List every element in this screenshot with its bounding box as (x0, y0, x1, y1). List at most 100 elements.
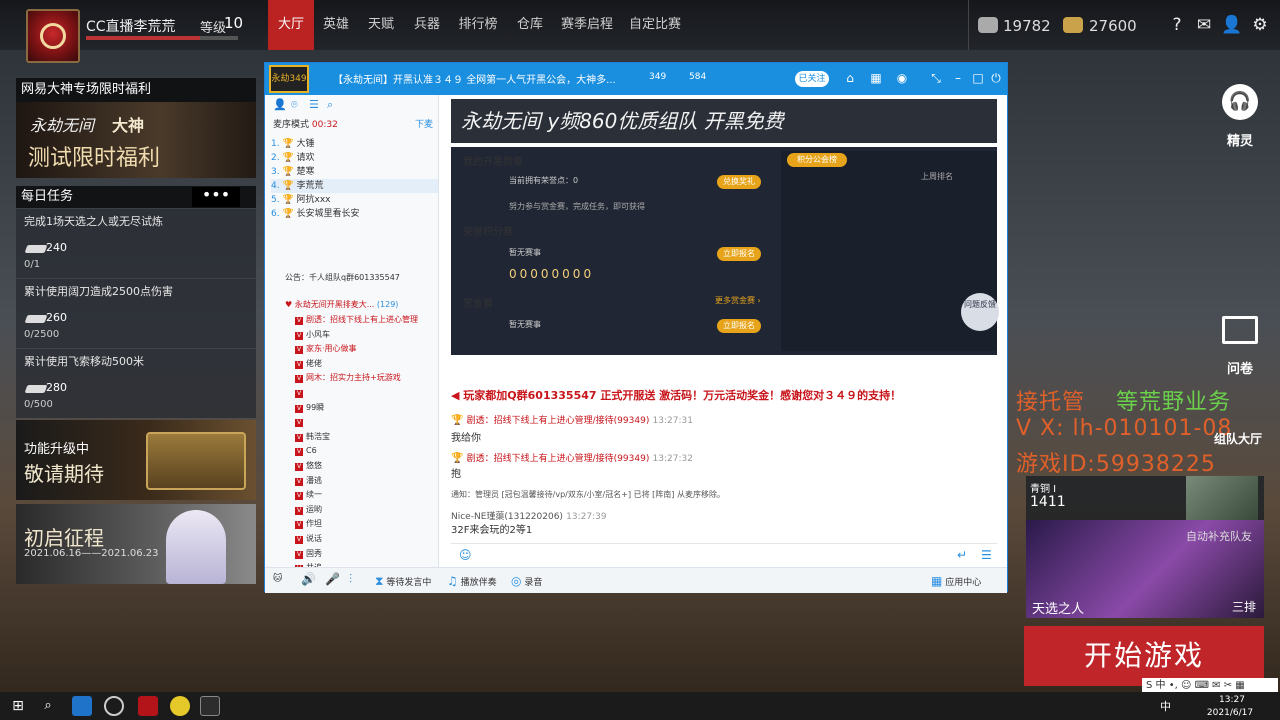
user-icon[interactable]: 👤 (273, 99, 287, 111)
help-icon[interactable]: ? (1166, 14, 1188, 36)
tab-guild-points[interactable]: 积分公会榜 (787, 153, 847, 167)
follow-button[interactable]: 已关注 (795, 71, 829, 87)
member-row[interactable]: V 运哟 (295, 503, 322, 518)
daily-more-button[interactable]: ••• (192, 187, 240, 207)
queue-item[interactable]: 5. 🏆 阿抗xxx (271, 193, 331, 207)
spirit-label[interactable]: 精灵 (1227, 130, 1253, 149)
mail-icon[interactable]: ✉ (1193, 14, 1215, 36)
rank-card[interactable]: 青铜 I 1411 (1026, 476, 1264, 520)
member-row[interactable]: V 悠悠 (295, 459, 322, 474)
list-icon[interactable]: ☰ (309, 99, 321, 111)
leave-mic-button[interactable]: 下麦 (415, 117, 433, 130)
cc-icon[interactable] (170, 696, 190, 716)
cc-live-icon[interactable] (200, 696, 220, 716)
member-row[interactable]: V C6 (295, 444, 317, 459)
queue-item[interactable]: 4. 🏆 李荒荒 (271, 179, 438, 193)
play-music-button[interactable]: ♫ 播放伴奏 (447, 574, 497, 588)
survey-label[interactable]: 问卷 (1227, 358, 1253, 377)
more-gold-link[interactable]: 更多赏金赛 › (715, 295, 761, 306)
record-button[interactable]: ◎ 录音 (511, 574, 542, 588)
cat-icon[interactable]: 🐱 (273, 574, 282, 584)
member-row[interactable]: V 家东·用心做事 (295, 342, 357, 357)
gamepad-icon[interactable]: ◉ (893, 69, 911, 87)
member-row[interactable]: V 佬佬 (295, 357, 322, 372)
member-row[interactable]: V 续一 (295, 488, 322, 503)
minimize-icon[interactable]: – (949, 69, 967, 87)
tab-weapons[interactable]: 兵器 (404, 0, 450, 50)
channel-item[interactable]: ♥ 永劫无间开黑排麦大... (129) (285, 299, 398, 310)
queue-item[interactable]: 1. 🏆 大锤 (271, 137, 315, 151)
task-item[interactable]: 累计使用阔刀造成2500点伤害 260 0/2500 (16, 278, 256, 348)
upgrade-card[interactable]: 功能升级中 敬请期待 (16, 420, 256, 500)
chat-input[interactable]: ☺ ↵ ☰ (451, 543, 997, 567)
member-row[interactable]: V 网木：招实力主持+玩游戏 (295, 371, 401, 386)
player-avatar[interactable] (26, 9, 80, 63)
maximize-icon[interactable]: □ (969, 69, 987, 87)
tab-warehouse[interactable]: 仓库 (508, 0, 552, 50)
feedback-button[interactable]: 问题反馈 (961, 293, 999, 331)
tab-season[interactable]: 赛季启程 (556, 0, 618, 50)
mode-card[interactable]: 自动补充队友 天选之人 三排 (1026, 520, 1264, 618)
mic-icon[interactable]: 🎤 (325, 572, 340, 586)
season-card[interactable]: 初启征程 2021.06.16——2021.06.23 (16, 504, 256, 584)
team-hall-label[interactable]: 组队大厅 (1214, 430, 1262, 447)
friends-icon[interactable]: 👤 (1221, 14, 1243, 36)
signup-button[interactable]: 立即报名 (717, 319, 761, 333)
search-icon[interactable]: ⌕ (327, 99, 339, 111)
tab-ranking[interactable]: 排行榜 (450, 0, 506, 50)
game-icon[interactable] (138, 696, 158, 716)
windows-start-icon[interactable]: ⊞ (8, 696, 28, 716)
member-row[interactable]: V 说话 (295, 532, 322, 547)
queue-item[interactable]: 6. 🏆 长安城里看长安 (271, 207, 360, 221)
send-icon[interactable]: ↵ (957, 548, 967, 562)
start-game-button[interactable]: 开始游戏 (1024, 626, 1264, 686)
volume-icon[interactable]: 🔊 (301, 572, 316, 586)
member-row[interactable]: V 99瞬 (295, 401, 324, 416)
queue-item[interactable]: 2. 🏆 请欢 (271, 151, 315, 165)
clock-date: 2021/6/17 (1206, 708, 1254, 718)
search-icon[interactable]: ⌕ (38, 696, 58, 716)
survey-icon[interactable] (1222, 316, 1258, 344)
member-row[interactable]: V 小风车 (295, 328, 330, 343)
home-icon[interactable]: ⌂ (841, 69, 859, 87)
tab-heroes[interactable]: 英雄 (314, 0, 358, 50)
grid-icon[interactable]: ▦ (867, 69, 885, 87)
redeem-button[interactable]: 兑换奖礼 (717, 175, 761, 189)
cc-title-bar: 永劫349 【永劫无间】开黑认准３４９ 全网第一人气开黑公会，大神多... 34… (265, 63, 1007, 95)
tab-custom-match[interactable]: 自定比赛 (622, 0, 688, 50)
task-item[interactable]: 累计使用飞索移动500米 280 0/500 (16, 348, 256, 418)
signup-button[interactable]: 立即报名 (717, 247, 761, 261)
headset-icon[interactable]: 🎧 (1222, 84, 1258, 120)
auto-fill-label[interactable]: 自动补充队友 (1186, 528, 1252, 544)
equalizer-icon[interactable]: ⫶ (349, 572, 352, 587)
wait-speak-button[interactable]: ⧗ 等待发言中 (375, 574, 431, 589)
emoji-icon[interactable]: ☺ (459, 548, 472, 562)
member-row[interactable]: V 潘逃 (295, 474, 322, 489)
tab-talent[interactable]: 天赋 (358, 0, 404, 50)
channel-sidebar: 👤 ⌾ ☰ ⌕ 麦序模式 00:32 下麦 1. 🏆 大锤 2. 🏆 请欢 3.… (265, 95, 439, 567)
app-center-button[interactable]: ▦ 应用中心 (931, 574, 981, 588)
online-count: 584 (689, 72, 707, 82)
task-item[interactable]: 完成1场天选之人或无尽试炼 240 0/1 (16, 208, 256, 278)
member-row[interactable]: V (295, 415, 306, 430)
browser-icon[interactable] (72, 696, 92, 716)
queue-item[interactable]: 3. 🏆 楚寒 (271, 165, 315, 179)
welfare-banner[interactable]: 永劫无间 大神 测试限时福利 (16, 102, 256, 178)
member-row[interactable]: V 固秀 (295, 547, 322, 562)
tab-lobby[interactable]: 大厅 (268, 0, 314, 50)
app-icon[interactable] (104, 696, 124, 716)
member-name: 作坦 (306, 519, 322, 529)
member-name: 潘逃 (306, 475, 322, 485)
location-icon[interactable]: ⌾ (291, 99, 303, 111)
member-row[interactable]: V 剧透：招线下线上有上进心管理 (295, 313, 418, 328)
language-indicator[interactable]: 中 (1160, 698, 1171, 714)
mic-mode: 麦序模式 00:32 (273, 120, 338, 130)
settings-icon[interactable]: ⚙ (1249, 14, 1271, 36)
member-row[interactable]: V (295, 386, 306, 401)
chat-options-icon[interactable]: ☰ (981, 548, 992, 562)
member-row[interactable]: V 韩浩宝 (295, 430, 330, 445)
power-icon[interactable]: ⏻ (987, 69, 1005, 87)
member-row[interactable]: V 作坦 (295, 517, 322, 532)
shrink-icon[interactable]: ⤡ (927, 69, 945, 87)
task-reward: 240 (46, 241, 67, 254)
